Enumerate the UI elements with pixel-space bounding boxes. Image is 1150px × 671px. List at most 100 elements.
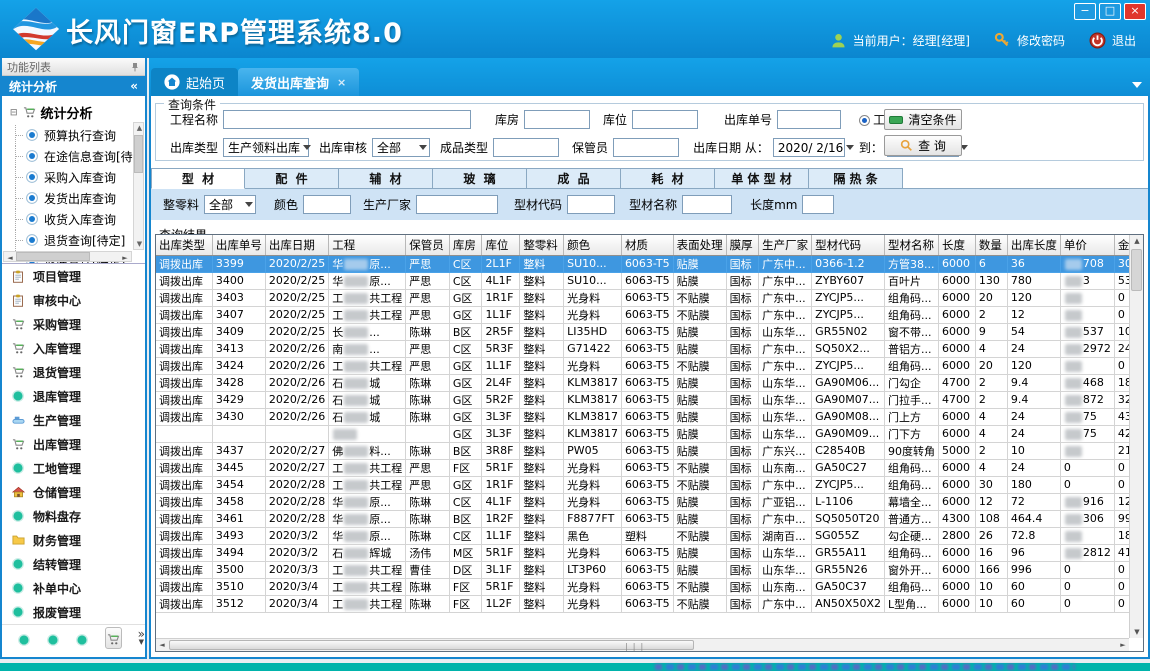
audit-select[interactable]: 全部: [372, 138, 430, 157]
table-row[interactable]: 调拨出库34292020/2/26石城陈琳G区5R2F整料KLM38176063…: [156, 391, 1143, 408]
scroll-up-icon[interactable]: ▲: [1130, 237, 1144, 245]
column-header[interactable]: 出库类型: [156, 235, 212, 255]
scroll-left-icon[interactable]: ◄: [156, 639, 168, 652]
tree-root-node[interactable]: ⊟ 统计分析: [2, 96, 145, 125]
table-row[interactable]: 调拨出库34002020/2/25华原...严思C区4L1F整料SU10...6…: [156, 272, 1143, 289]
length-input[interactable]: [802, 195, 834, 214]
scroll-down-icon[interactable]: ▼: [1130, 628, 1144, 636]
dot-icon[interactable]: [76, 631, 89, 644]
column-header[interactable]: 颜色: [564, 235, 622, 255]
table-row[interactable]: G区3L3F整料KLM38176063-T5贴膜国标山东华...GA90M09.…: [156, 425, 1143, 442]
tree-item[interactable]: 在途信息查询[待: [2, 146, 145, 167]
location-input[interactable]: [632, 110, 698, 129]
tree-item[interactable]: 发货出库查询: [2, 188, 145, 209]
more-sections-button[interactable]: »▼: [138, 630, 145, 646]
date-from-select[interactable]: 2020/ 2/16: [773, 138, 845, 157]
material-tab[interactable]: 玻 璃: [433, 168, 527, 189]
column-header[interactable]: 数量: [975, 235, 1007, 255]
tab-shipping-outbound-query[interactable]: 发货出库查询 ×: [238, 68, 359, 96]
factory-input[interactable]: [416, 195, 498, 214]
stats-section-header[interactable]: 统计分析 «: [2, 76, 145, 96]
material-tab[interactable]: 辅 材: [339, 168, 433, 189]
scroll-left-icon[interactable]: ◄: [4, 252, 16, 264]
sidebar-item-补单中心[interactable]: 补单中心: [2, 576, 145, 600]
table-row[interactable]: 调拨出库34612020/2/28华原...陈琳B区1R2F整料F8877FT6…: [156, 510, 1143, 527]
sidebar-item-出库管理[interactable]: 出库管理: [2, 432, 145, 456]
scroll-right-icon[interactable]: ►: [1117, 639, 1129, 652]
dot-icon[interactable]: [18, 631, 31, 644]
material-tab[interactable]: 耗 材: [621, 168, 715, 189]
column-header[interactable]: 整零料: [520, 235, 564, 255]
maximize-button[interactable]: □: [1099, 3, 1121, 20]
column-header[interactable]: 膜厚: [726, 235, 759, 255]
table-row[interactable]: 调拨出库35102020/3/4工共工程陈琳F区5R1F整料光身料6063-T5…: [156, 578, 1143, 595]
column-header[interactable]: 出库单号: [212, 235, 265, 255]
table-row[interactable]: 调拨出库34072020/2/25工共工程严思G区1L1F整料光身料6063-T…: [156, 306, 1143, 323]
collapse-icon[interactable]: «: [130, 79, 138, 93]
column-header[interactable]: 库位: [482, 235, 520, 255]
column-header[interactable]: 表面处理: [673, 235, 726, 255]
column-header[interactable]: 生产厂家: [759, 235, 812, 255]
sidebar-item-结转管理[interactable]: 结转管理: [2, 552, 145, 576]
table-row[interactable]: 调拨出库34092020/2/25长...陈琳B区2R5F整料LI35HD606…: [156, 323, 1143, 340]
tab-home[interactable]: 起始页: [151, 68, 238, 96]
sidebar-item-物料盘存[interactable]: 物料盘存: [2, 504, 145, 528]
tab-close-icon[interactable]: ×: [337, 76, 346, 89]
column-header[interactable]: 型材代码: [812, 235, 885, 255]
sidebar-item-项目管理[interactable]: 项目管理: [2, 264, 145, 288]
tab-list-dropdown-icon[interactable]: [1132, 82, 1142, 88]
material-tab[interactable]: 成 品: [527, 168, 621, 189]
column-header[interactable]: 库房: [449, 235, 482, 255]
search-button[interactable]: 查 询: [884, 135, 962, 156]
table-row[interactable]: 调拨出库34372020/2/27佛料...陈琳B区3R8F整料PW056063…: [156, 442, 1143, 459]
table-row[interactable]: 调拨出库34942020/3/2石辉城汤伟M区5R1F整料光身料6063-T5贴…: [156, 544, 1143, 561]
profile-code-input[interactable]: [567, 195, 615, 214]
scroll-down-icon[interactable]: ▼: [134, 239, 145, 249]
pin-icon[interactable]: [130, 62, 140, 72]
table-row[interactable]: 调拨出库34132020/2/26南...严思C区5R3F整料G71422606…: [156, 340, 1143, 357]
column-header[interactable]: 材质: [621, 235, 673, 255]
column-header[interactable]: 型材名称: [885, 235, 939, 255]
material-tab[interactable]: 单 体 型 材: [715, 168, 809, 189]
clear-conditions-button[interactable]: 清空条件: [884, 109, 962, 130]
table-row[interactable]: 调拨出库34542020/2/28工共工程严思G区1R1F整料光身料6063-T…: [156, 476, 1143, 493]
material-tab[interactable]: 配 件: [245, 168, 339, 189]
tree-item[interactable]: 退货查询[待定]: [2, 230, 145, 251]
warehouse-input[interactable]: [524, 110, 590, 129]
sidebar-item-工地管理[interactable]: 工地管理: [2, 456, 145, 480]
table-row[interactable]: 调拨出库34282020/2/26石城陈琳G区2L4F整料KLM38176063…: [156, 374, 1143, 391]
sidebar-item-财务管理[interactable]: 财务管理: [2, 528, 145, 552]
material-tab[interactable]: 隔 热 条: [809, 168, 903, 189]
close-button[interactable]: ×: [1124, 3, 1146, 20]
column-header[interactable]: 出库长度: [1007, 235, 1060, 255]
tree-item[interactable]: 收货入库查询: [2, 209, 145, 230]
tree-item[interactable]: 采购入库查询: [2, 167, 145, 188]
minimize-button[interactable]: −: [1074, 3, 1096, 20]
logout-link[interactable]: 退出: [1112, 32, 1136, 49]
sidebar-item-退货管理[interactable]: 退货管理: [2, 360, 145, 384]
tree-vertical-scrollbar[interactable]: ▲ ▼: [133, 122, 144, 250]
column-header[interactable]: 长度: [939, 235, 976, 255]
sidebar-item-入库管理[interactable]: 入库管理: [2, 336, 145, 360]
table-row[interactable]: 调拨出库35002020/3/3工共工程曹佳D区3L1F整料LT3P606063…: [156, 561, 1143, 578]
table-row[interactable]: 调拨出库35122020/3/4工共工程陈琳F区1L2F整料光身料6063-T5…: [156, 595, 1143, 612]
tree-collapse-icon[interactable]: ⊟: [10, 108, 18, 118]
keeper-input[interactable]: [613, 138, 679, 157]
tree-horizontal-scrollbar[interactable]: ◄ ►: [3, 251, 132, 262]
change-password-link[interactable]: 修改密码: [1017, 32, 1065, 49]
sidebar-item-审核中心[interactable]: 审核中心: [2, 288, 145, 312]
sidebar-item-采购管理[interactable]: 采购管理: [2, 312, 145, 336]
material-tab[interactable]: 型 材: [151, 168, 245, 189]
sidebar-item-仓储管理[interactable]: 仓储管理: [2, 480, 145, 504]
table-vertical-scrollbar[interactable]: ▲ ▼: [1129, 235, 1143, 638]
cart-button[interactable]: [105, 627, 122, 649]
scroll-up-icon[interactable]: ▲: [134, 123, 145, 133]
project-name-input[interactable]: [223, 110, 471, 129]
table-row[interactable]: 调拨出库34032020/2/25工共工程严思G区1R1F整料光身料6063-T…: [156, 289, 1143, 306]
column-header[interactable]: 保管员: [406, 235, 450, 255]
table-row[interactable]: 调拨出库33992020/2/25华原...严思C区2L1F整料SU10...6…: [156, 255, 1143, 272]
column-header[interactable]: 出库日期: [265, 235, 328, 255]
table-row[interactable]: 调拨出库34582020/2/28华原...陈琳C区4L1F整料光身料6063-…: [156, 493, 1143, 510]
table-row[interactable]: 调拨出库34932020/3/2华原...陈琳C区1L1F整料黑色塑料不贴膜国标…: [156, 527, 1143, 544]
dot-icon[interactable]: [47, 631, 60, 644]
